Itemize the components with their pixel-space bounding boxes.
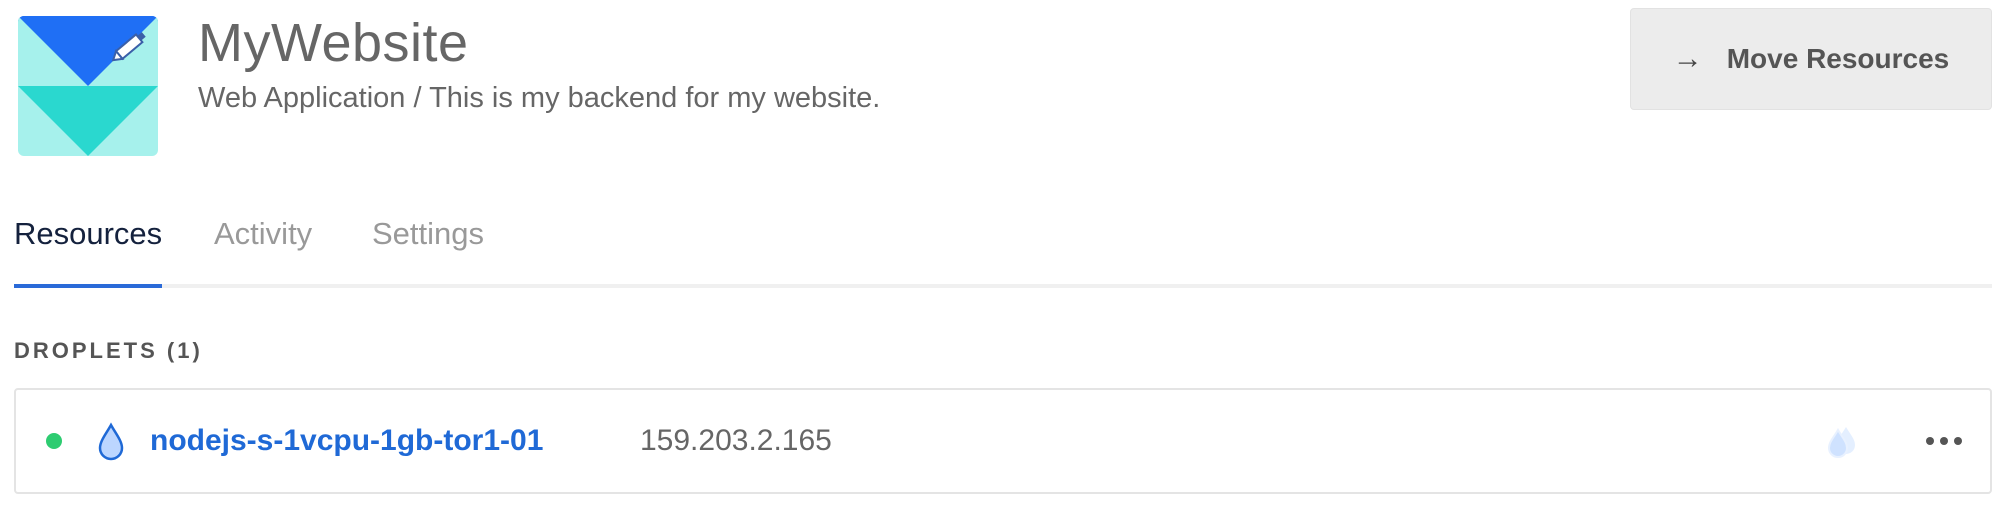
backups-icon[interactable] [1820, 424, 1864, 460]
droplet-icon [98, 422, 124, 461]
droplet-row: nodejs-s-1vcpu-1gb-tor1-01 159.203.2.165 [14, 388, 1992, 494]
status-indicator-icon [46, 433, 62, 449]
tab-resources[interactable]: Resources [14, 216, 162, 252]
droplet-name-link[interactable]: nodejs-s-1vcpu-1gb-tor1-01 [150, 424, 543, 458]
active-tab-indicator [14, 284, 162, 288]
section-heading-droplets: DROPLETS (1) [14, 338, 203, 363]
project-envelope-icon [18, 16, 158, 156]
move-resources-label: Move Resources [1726, 43, 1950, 74]
move-resources-button[interactable]: → Move Resources [1630, 8, 1992, 110]
tab-bar: Resources Activity Settings [14, 196, 1992, 288]
project-icon [18, 16, 158, 156]
tab-activity[interactable]: Activity [214, 216, 312, 252]
more-options-icon[interactable] [1914, 416, 1974, 466]
project-title: MyWebsite [198, 13, 469, 73]
arrow-right-icon: → [1672, 42, 1703, 75]
tab-settings[interactable]: Settings [372, 216, 484, 252]
project-subtitle: Web Application / This is my backend for… [198, 82, 881, 114]
droplet-ip-address: 159.203.2.165 [640, 424, 832, 457]
